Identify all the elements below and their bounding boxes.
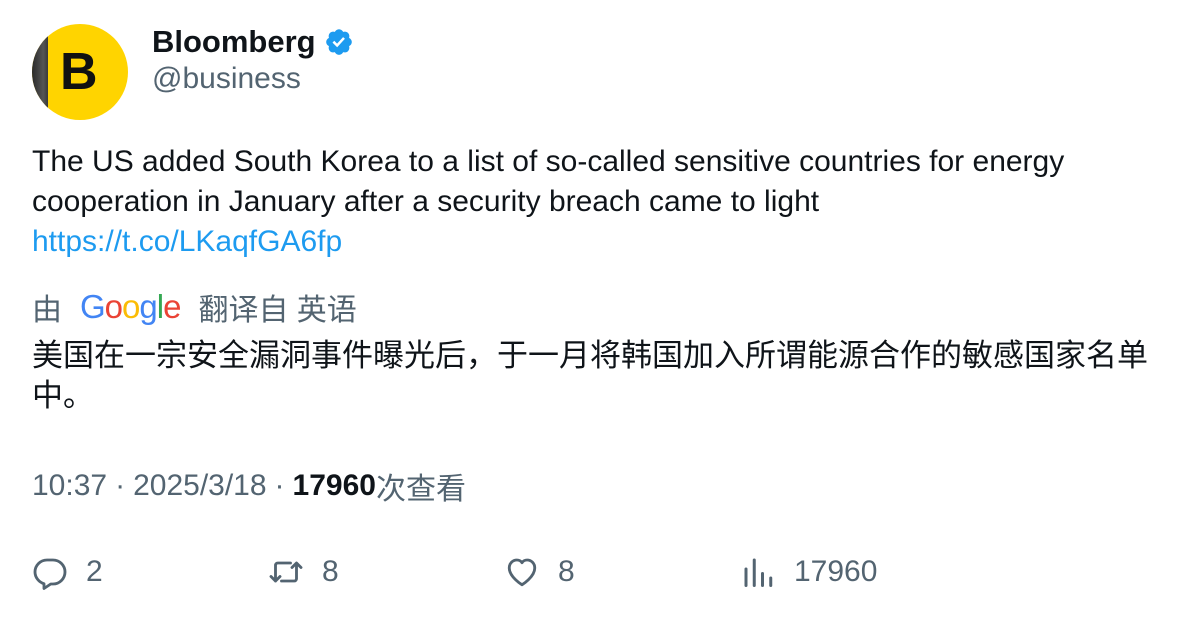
tweet-time[interactable]: 10:37 <box>32 469 107 503</box>
google-logo: Google <box>80 288 181 325</box>
author-name-row: Bloomberg <box>152 22 354 62</box>
meta-separator: · <box>115 469 126 502</box>
tweet-text: The US added South Korea to a list of so… <box>32 142 1162 262</box>
reply-button[interactable]: 2 <box>32 550 103 594</box>
views-button[interactable]: 17960 <box>740 550 877 594</box>
author-display-name[interactable]: Bloomberg <box>152 24 316 60</box>
meta-separator: · <box>274 469 285 502</box>
action-bar: 2 8 8 17960 <box>0 550 1196 594</box>
views-count: 17960 <box>292 469 376 502</box>
verified-badge-icon[interactable] <box>324 27 354 57</box>
reply-count: 2 <box>86 555 103 588</box>
views-label: 次查看 <box>375 473 466 506</box>
avatar-letter: B <box>60 43 98 101</box>
like-button[interactable]: 8 <box>504 550 575 594</box>
avatar[interactable]: B <box>32 24 128 120</box>
like-count: 8 <box>558 555 575 588</box>
avatar-shadow <box>32 24 48 120</box>
retweet-icon <box>269 561 303 583</box>
translation-attribution[interactable]: 由 Google 翻译自 英语 <box>32 287 357 327</box>
retweet-count: 8 <box>322 555 339 588</box>
tweet-meta: 10:37 · 2025/3/18 · 17960 次查看 <box>32 464 466 508</box>
translation-prefix: 由 <box>32 294 62 327</box>
translation-suffix: 翻译自 英语 <box>198 294 357 327</box>
tweet-card: B Bloomberg @business The US added South… <box>0 0 1196 618</box>
tweet-body: The US added South Korea to a list of so… <box>32 145 1065 218</box>
heart-icon <box>507 558 537 587</box>
tweet-date[interactable]: 2025/3/18 <box>133 469 266 503</box>
retweet-button[interactable]: 8 <box>268 550 339 594</box>
translated-text: 美国在一宗安全漏洞事件曝光后，于一月将韩国加入所谓能源合作的敏感国家名单中。 <box>32 338 1148 413</box>
views-icon <box>744 558 773 587</box>
tweet-link[interactable]: https://t.co/LKaqfGA6fp <box>32 222 1162 262</box>
views-action-count: 17960 <box>794 555 878 588</box>
reply-icon <box>33 558 67 590</box>
author-handle[interactable]: @business <box>152 62 301 96</box>
